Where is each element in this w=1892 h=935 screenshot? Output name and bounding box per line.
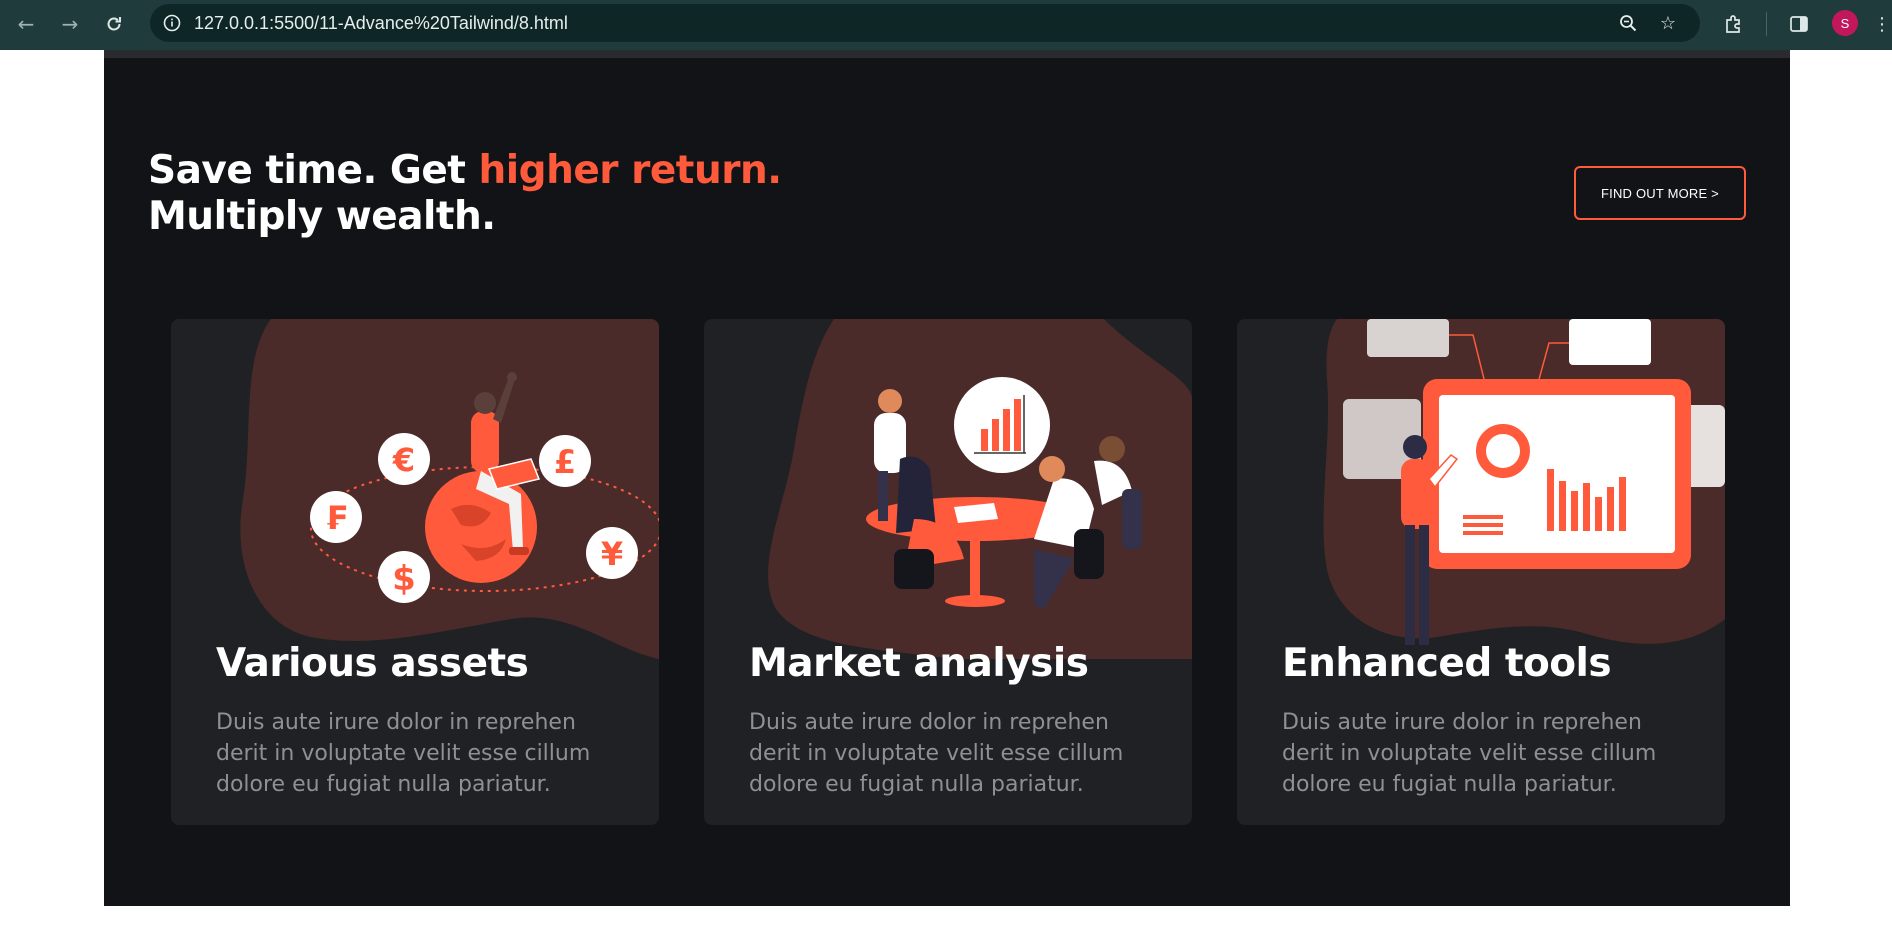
svg-text:¥: ¥ <box>601 535 623 573</box>
profile-avatar[interactable]: S <box>1832 10 1858 36</box>
find-out-more-button[interactable]: FIND OUT MORE > <box>1574 166 1746 220</box>
svg-text:₣: ₣ <box>325 499 347 537</box>
dollar-icon: $ <box>378 551 430 603</box>
card-title: Various assets <box>216 641 529 686</box>
bookmark-star-icon[interactable]: ☆ <box>1656 11 1680 35</box>
menu-icon[interactable]: ⋮ <box>1866 8 1892 40</box>
meeting-illustration <box>768 319 1192 659</box>
card-description: Duis aute irure dolor in reprehen derit … <box>749 710 1124 797</box>
card-enhanced-tools: Enhanced tools Duis aute irure dolor in … <box>1237 319 1725 825</box>
headline-line2: Multiply wealth. <box>148 194 496 239</box>
card-title: Market analysis <box>749 641 1089 686</box>
yen-icon: ¥ <box>586 527 638 579</box>
pound-icon: £ <box>539 435 591 487</box>
card-description: Duis aute irure dolor in reprehen derit … <box>1282 710 1657 797</box>
back-icon[interactable]: ← <box>10 8 42 40</box>
address-bar[interactable]: 127.0.0.1:5500/11-Advance%20Tailwind/8.h… <box>150 4 1700 42</box>
hero-headline: Save time. Get higher return. Multiply w… <box>148 148 782 240</box>
franc-icon: ₣ <box>310 491 362 543</box>
card-market-analysis: Market analysis Duis aute irure dolor in… <box>704 319 1192 825</box>
reload-icon[interactable] <box>98 8 130 40</box>
headline-text: Save time. Get <box>148 148 479 193</box>
top-border <box>104 50 1790 58</box>
browser-toolbar: ← → 127.0.0.1:5500/11-Advance%20Tailwind… <box>0 0 1892 50</box>
svg-text:$: $ <box>392 559 416 599</box>
toolbar-divider <box>1766 12 1767 36</box>
dashboard-illustration <box>1323 319 1725 645</box>
site-info-icon[interactable] <box>160 11 184 35</box>
currency-illustration: € £ ₣ $ ¥ <box>240 319 659 659</box>
page-section: Save time. Get higher return. Multiply w… <box>104 50 1790 906</box>
forward-icon[interactable]: → <box>54 8 86 40</box>
zoom-icon[interactable] <box>1616 11 1640 35</box>
svg-text:€: € <box>392 441 415 479</box>
card-various-assets: € £ ₣ $ ¥ Various assets Duis aute irure… <box>171 319 659 825</box>
url-text[interactable]: 127.0.0.1:5500/11-Advance%20Tailwind/8.h… <box>194 13 568 34</box>
svg-text:£: £ <box>554 443 576 481</box>
card-description: Duis aute irure dolor in reprehen derit … <box>216 710 591 797</box>
card-title: Enhanced tools <box>1282 641 1612 686</box>
extensions-icon[interactable] <box>1718 8 1750 40</box>
side-panel-icon[interactable] <box>1783 8 1815 40</box>
headline-accent: higher return. <box>478 148 782 193</box>
euro-icon: € <box>378 433 430 485</box>
